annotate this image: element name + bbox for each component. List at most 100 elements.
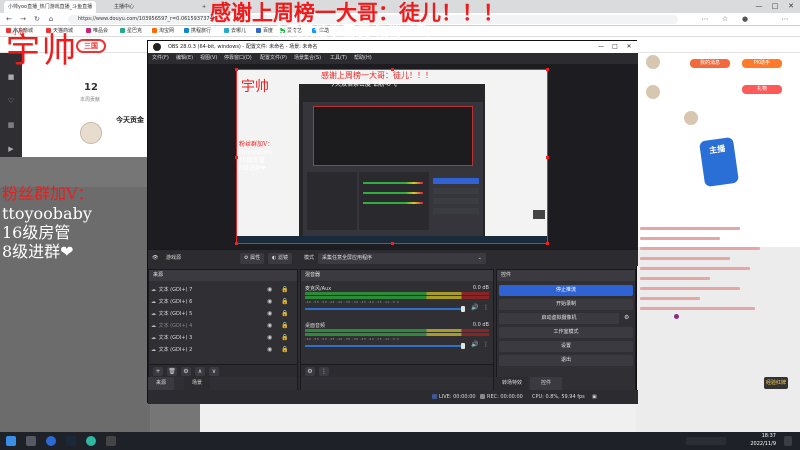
source-settings-icon[interactable]: ⚙ [181, 367, 191, 376]
menu-scene-collection[interactable]: 场景集合(S) [294, 53, 321, 64]
visibility-eye-icon[interactable]: ◉ [267, 308, 272, 320]
favorites-icon[interactable]: ☆ [720, 13, 730, 26]
anchor-avatar[interactable] [80, 122, 102, 144]
source-item[interactable]: ☁ 文本 (GDI+) 7 ◉ 🔒 [151, 284, 297, 296]
tab-sources[interactable]: 来源 [148, 377, 174, 390]
chat-button-messages[interactable]: 我的消息 [690, 59, 730, 68]
rail-category-icon[interactable]: ▦ [6, 121, 16, 129]
lock-icon[interactable]: 🔒 [281, 296, 288, 308]
task-view-icon[interactable] [26, 436, 36, 446]
rail-home-icon[interactable]: ■ [6, 73, 16, 81]
obs-close-icon[interactable]: ✕ [622, 41, 636, 53]
resize-handle[interactable] [391, 242, 394, 245]
visibility-eye-icon[interactable]: ◉ [267, 284, 272, 296]
visibility-eye-icon[interactable]: ◉ [267, 296, 272, 308]
filters-button[interactable]: ◐ 滤镜 [268, 253, 292, 264]
source-eye-icon[interactable]: 👁 [152, 253, 158, 264]
source-item[interactable]: ☁ 文本 (GDI+) 4 ◉ 🔒 [151, 320, 297, 332]
bookmark-item[interactable]: 淘宝网 [152, 26, 174, 37]
steam-icon[interactable] [66, 436, 76, 446]
menu-profile[interactable]: 配置文件(P) [260, 53, 287, 64]
menu-edit[interactable]: 编辑(E) [176, 53, 193, 64]
settings-button[interactable]: 设置 [499, 341, 633, 352]
start-icon[interactable] [6, 436, 16, 446]
preview-source-frame[interactable]: 宇帅 感谢上周榜一大哥：徒儿！！！ 今天双倍亲密度 钻粉-6飞 粉丝群加V： t… [235, 68, 549, 245]
resize-handle[interactable] [546, 156, 549, 159]
mixer-menu-icon[interactable]: ⋮ [483, 341, 489, 348]
lock-icon[interactable]: 🔒 [281, 284, 288, 296]
menu-view[interactable]: 视图(V) [200, 53, 217, 64]
forward-icon[interactable]: → [18, 13, 28, 26]
resize-handle[interactable] [391, 68, 394, 71]
capture-mode-select[interactable]: 采集任意全屏应用程序 ⌄ [318, 253, 486, 264]
obs-preview[interactable]: 宇帅 感谢上周榜一大哥：徒儿！！！ 今天双倍亲密度 钻粉-6飞 粉丝群加V： t… [148, 64, 638, 249]
menu-tools[interactable]: 工具(T) [330, 53, 347, 64]
properties-button[interactable]: ⚙ 属性 [240, 253, 265, 264]
add-source-icon[interactable]: + [153, 367, 163, 376]
obs-app-icon[interactable] [106, 436, 116, 446]
fader-knob[interactable] [461, 306, 465, 312]
obs-minimize-icon[interactable]: — [594, 41, 608, 53]
mixer-more-icon[interactable]: ⋮ [319, 367, 329, 376]
browser-app-icon[interactable] [46, 436, 56, 446]
advanced-audio-icon[interactable]: ⚙ [305, 367, 315, 376]
chat-avatar[interactable] [684, 111, 698, 125]
maximize-icon[interactable]: □ [768, 0, 782, 13]
remove-source-icon[interactable]: 🗑 [167, 367, 177, 376]
extensions-icon[interactable]: ⋯ [700, 13, 710, 26]
edge-icon[interactable] [86, 436, 96, 446]
chat-button-gift[interactable]: 礼物 [742, 85, 782, 94]
refresh-icon[interactable]: ↻ [32, 13, 42, 26]
system-tray-icons[interactable] [686, 437, 726, 445]
exit-button[interactable]: 退出 [499, 355, 633, 366]
source-item[interactable]: ☁ 文本 (GDI+) 3 ◉ 🔒 [151, 332, 297, 344]
studio-mode-button[interactable]: 工作室模式 [499, 327, 633, 338]
browser-tab-anchor-center[interactable]: 主播中心 [110, 1, 190, 13]
speaker-icon[interactable]: 🔊 [471, 341, 478, 348]
resize-handle[interactable] [235, 68, 238, 71]
lock-icon[interactable]: 🔒 [281, 344, 288, 356]
move-down-icon[interactable]: ∨ [209, 367, 219, 376]
virtual-camera-settings-icon[interactable]: ⚙ [624, 314, 629, 321]
lock-icon[interactable]: 🔒 [281, 308, 288, 320]
bookmark-item[interactable]: 星巴克 [120, 26, 142, 37]
fader-knob[interactable] [461, 343, 465, 349]
move-up-icon[interactable]: ∧ [195, 367, 205, 376]
start-virtual-camera-button[interactable]: 启动虚拟摄像机 [499, 313, 619, 324]
visibility-eye-icon[interactable]: ◉ [267, 320, 272, 332]
browser-tab-douyu[interactable]: 小帅yoo直播_热门游戏直播_斗鱼直播 [4, 1, 96, 13]
profile-icon[interactable]: ● [740, 13, 750, 26]
volume-fader[interactable] [305, 345, 465, 347]
bookmark-item[interactable]: 百度 [256, 26, 273, 37]
lock-icon[interactable]: 🔒 [281, 320, 288, 332]
chat-avatar[interactable] [646, 85, 660, 99]
speaker-icon[interactable]: 🔊 [471, 304, 478, 311]
stop-streaming-button[interactable]: 停止推流 [499, 285, 633, 296]
resize-handle[interactable] [546, 242, 549, 245]
bookmark-item[interactable]: 唯品会 [86, 26, 108, 37]
start-recording-button[interactable]: 开始录制 [499, 299, 633, 310]
visibility-eye-icon[interactable]: ◉ [267, 344, 272, 356]
mixer-menu-icon[interactable]: ⋮ [483, 304, 489, 311]
rail-follow-icon[interactable]: ♡ [6, 97, 16, 105]
obs-maximize-icon[interactable]: □ [608, 41, 622, 53]
close-icon[interactable]: ✕ [784, 0, 798, 13]
new-tab-button[interactable]: + [198, 1, 208, 13]
source-item[interactable]: ☁ 文本 (GDI+) 2 ◉ 🔒 [151, 344, 297, 356]
home-icon[interactable]: ⌂ [46, 13, 56, 26]
tab-controls[interactable]: 控件 [530, 377, 562, 390]
back-icon[interactable]: ← [4, 13, 14, 26]
menu-help[interactable]: 帮助(H) [354, 53, 372, 64]
chat-avatar[interactable] [646, 55, 660, 69]
resize-handle[interactable] [235, 156, 238, 159]
chat-button-pk[interactable]: PK助手 [742, 59, 782, 68]
visibility-eye-icon[interactable]: ◉ [267, 332, 272, 344]
menu-docks[interactable]: 停靠窗口(D) [224, 53, 252, 64]
source-item[interactable]: ☁ 文本 (GDI+) 5 ◉ 🔒 [151, 308, 297, 320]
menu-file[interactable]: 文件(F) [152, 53, 169, 64]
minimize-icon[interactable]: — [752, 0, 766, 13]
lock-icon[interactable]: 🔒 [281, 332, 288, 344]
volume-fader[interactable] [305, 308, 465, 310]
tab-transitions[interactable]: 转场特效 [496, 377, 528, 390]
bookmark-item[interactable]: 携程旅行 [184, 26, 211, 37]
